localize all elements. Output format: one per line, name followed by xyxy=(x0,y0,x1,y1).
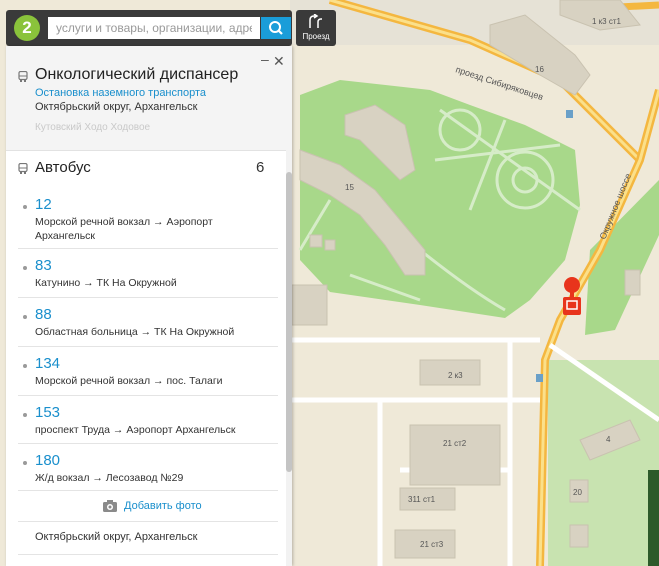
bullet-icon xyxy=(23,364,27,368)
route-description: Ж/д вокзал → Лесозавод №29 xyxy=(35,472,184,484)
search-icon xyxy=(269,21,283,35)
route-description: Катунино → ТК На Окружной xyxy=(35,277,177,289)
place-card: – ✕ Онкологический диспансер Остановка н… xyxy=(6,46,292,566)
route-number[interactable]: 153 xyxy=(35,404,60,421)
search-button[interactable] xyxy=(261,17,291,39)
bus-stop-icon[interactable] xyxy=(536,374,543,382)
search-input[interactable] xyxy=(48,17,260,39)
route-description: проспект Труда → Аэропорт Архангельск xyxy=(35,424,236,436)
bus-icon xyxy=(18,163,28,174)
route-item[interactable]: 88 Областная больница → ТК На Окружной xyxy=(6,301,286,349)
divider xyxy=(18,297,278,298)
minimize-icon[interactable]: – xyxy=(261,52,269,66)
route-item[interactable]: 12 Морской речной вокзал → Аэропорт Арха… xyxy=(6,191,286,242)
route-description: Морской речной вокзал → пос. Талаги xyxy=(35,375,223,387)
building-label: 2 к3 xyxy=(448,371,463,380)
close-icon[interactable]: ✕ xyxy=(273,54,285,68)
bullet-icon xyxy=(23,205,27,209)
divider xyxy=(18,395,278,396)
place-header: – ✕ Онкологический диспансер Остановка н… xyxy=(6,46,292,151)
search-bar: 2 xyxy=(6,10,292,46)
route-count: 6 xyxy=(256,159,265,176)
route-number[interactable]: 88 xyxy=(35,306,52,323)
route-item[interactable]: 134 Морской речной вокзал → пос. Талаги xyxy=(6,350,286,398)
divider xyxy=(18,490,278,491)
route-description: Областная больница → ТК На Окружной xyxy=(35,326,235,338)
route-icon xyxy=(309,14,322,28)
divider xyxy=(18,248,278,249)
divider xyxy=(18,521,278,522)
bullet-icon xyxy=(23,266,27,270)
bus-stop-icon[interactable] xyxy=(566,110,573,118)
building-label: 21 ст2 xyxy=(443,439,467,448)
scrollbar-thumb[interactable] xyxy=(286,172,292,472)
footer-address: Октябрьский округ, Архангельск xyxy=(35,531,198,543)
route-number[interactable]: 12 xyxy=(35,196,52,213)
divider xyxy=(18,554,278,555)
route-button[interactable]: Проезд xyxy=(296,10,336,46)
bus-icon xyxy=(18,71,28,82)
route-description: Морской речной вокзал → Аэропорт Арханге… xyxy=(35,216,213,242)
section-title-bus: Автобус xyxy=(35,159,91,176)
route-number[interactable]: 83 xyxy=(35,257,52,274)
building-label: 311 ст1 xyxy=(408,495,436,504)
place-district: Октябрьский округ, Архангельск xyxy=(35,101,198,113)
building-label: 15 xyxy=(345,183,354,192)
building-label: 20 xyxy=(573,488,582,497)
bullet-icon xyxy=(23,461,27,465)
place-title: Онкологический диспансер xyxy=(35,66,239,83)
faded-text: Кутовский Ходо Ходовое xyxy=(35,122,151,133)
building-label: 16 xyxy=(535,65,544,74)
divider xyxy=(18,346,278,347)
route-button-label: Проезд xyxy=(302,32,330,41)
scrollbar-track[interactable] xyxy=(286,150,292,566)
route-number[interactable]: 180 xyxy=(35,452,60,469)
add-photo-label[interactable]: Добавить фото xyxy=(124,500,202,512)
route-item[interactable]: 153 проспект Труда → Аэропорт Архангельс… xyxy=(6,399,286,447)
divider xyxy=(18,443,278,444)
route-item[interactable]: 83 Катунино → ТК На Окружной xyxy=(6,252,286,300)
building-label: 4 xyxy=(606,435,611,444)
building-label: 1 к3 ст1 xyxy=(592,17,622,26)
app-logo[interactable]: 2 xyxy=(14,15,40,41)
bullet-icon xyxy=(23,315,27,319)
route-number[interactable]: 134 xyxy=(35,355,60,372)
camera-icon xyxy=(103,500,117,512)
bullet-icon xyxy=(23,413,27,417)
route-item[interactable]: 180 Ж/д вокзал → Лесозавод №29 xyxy=(6,447,286,495)
building-label: 21 ст3 xyxy=(420,540,444,549)
place-type-link[interactable]: Остановка наземного транспорта xyxy=(35,87,206,99)
